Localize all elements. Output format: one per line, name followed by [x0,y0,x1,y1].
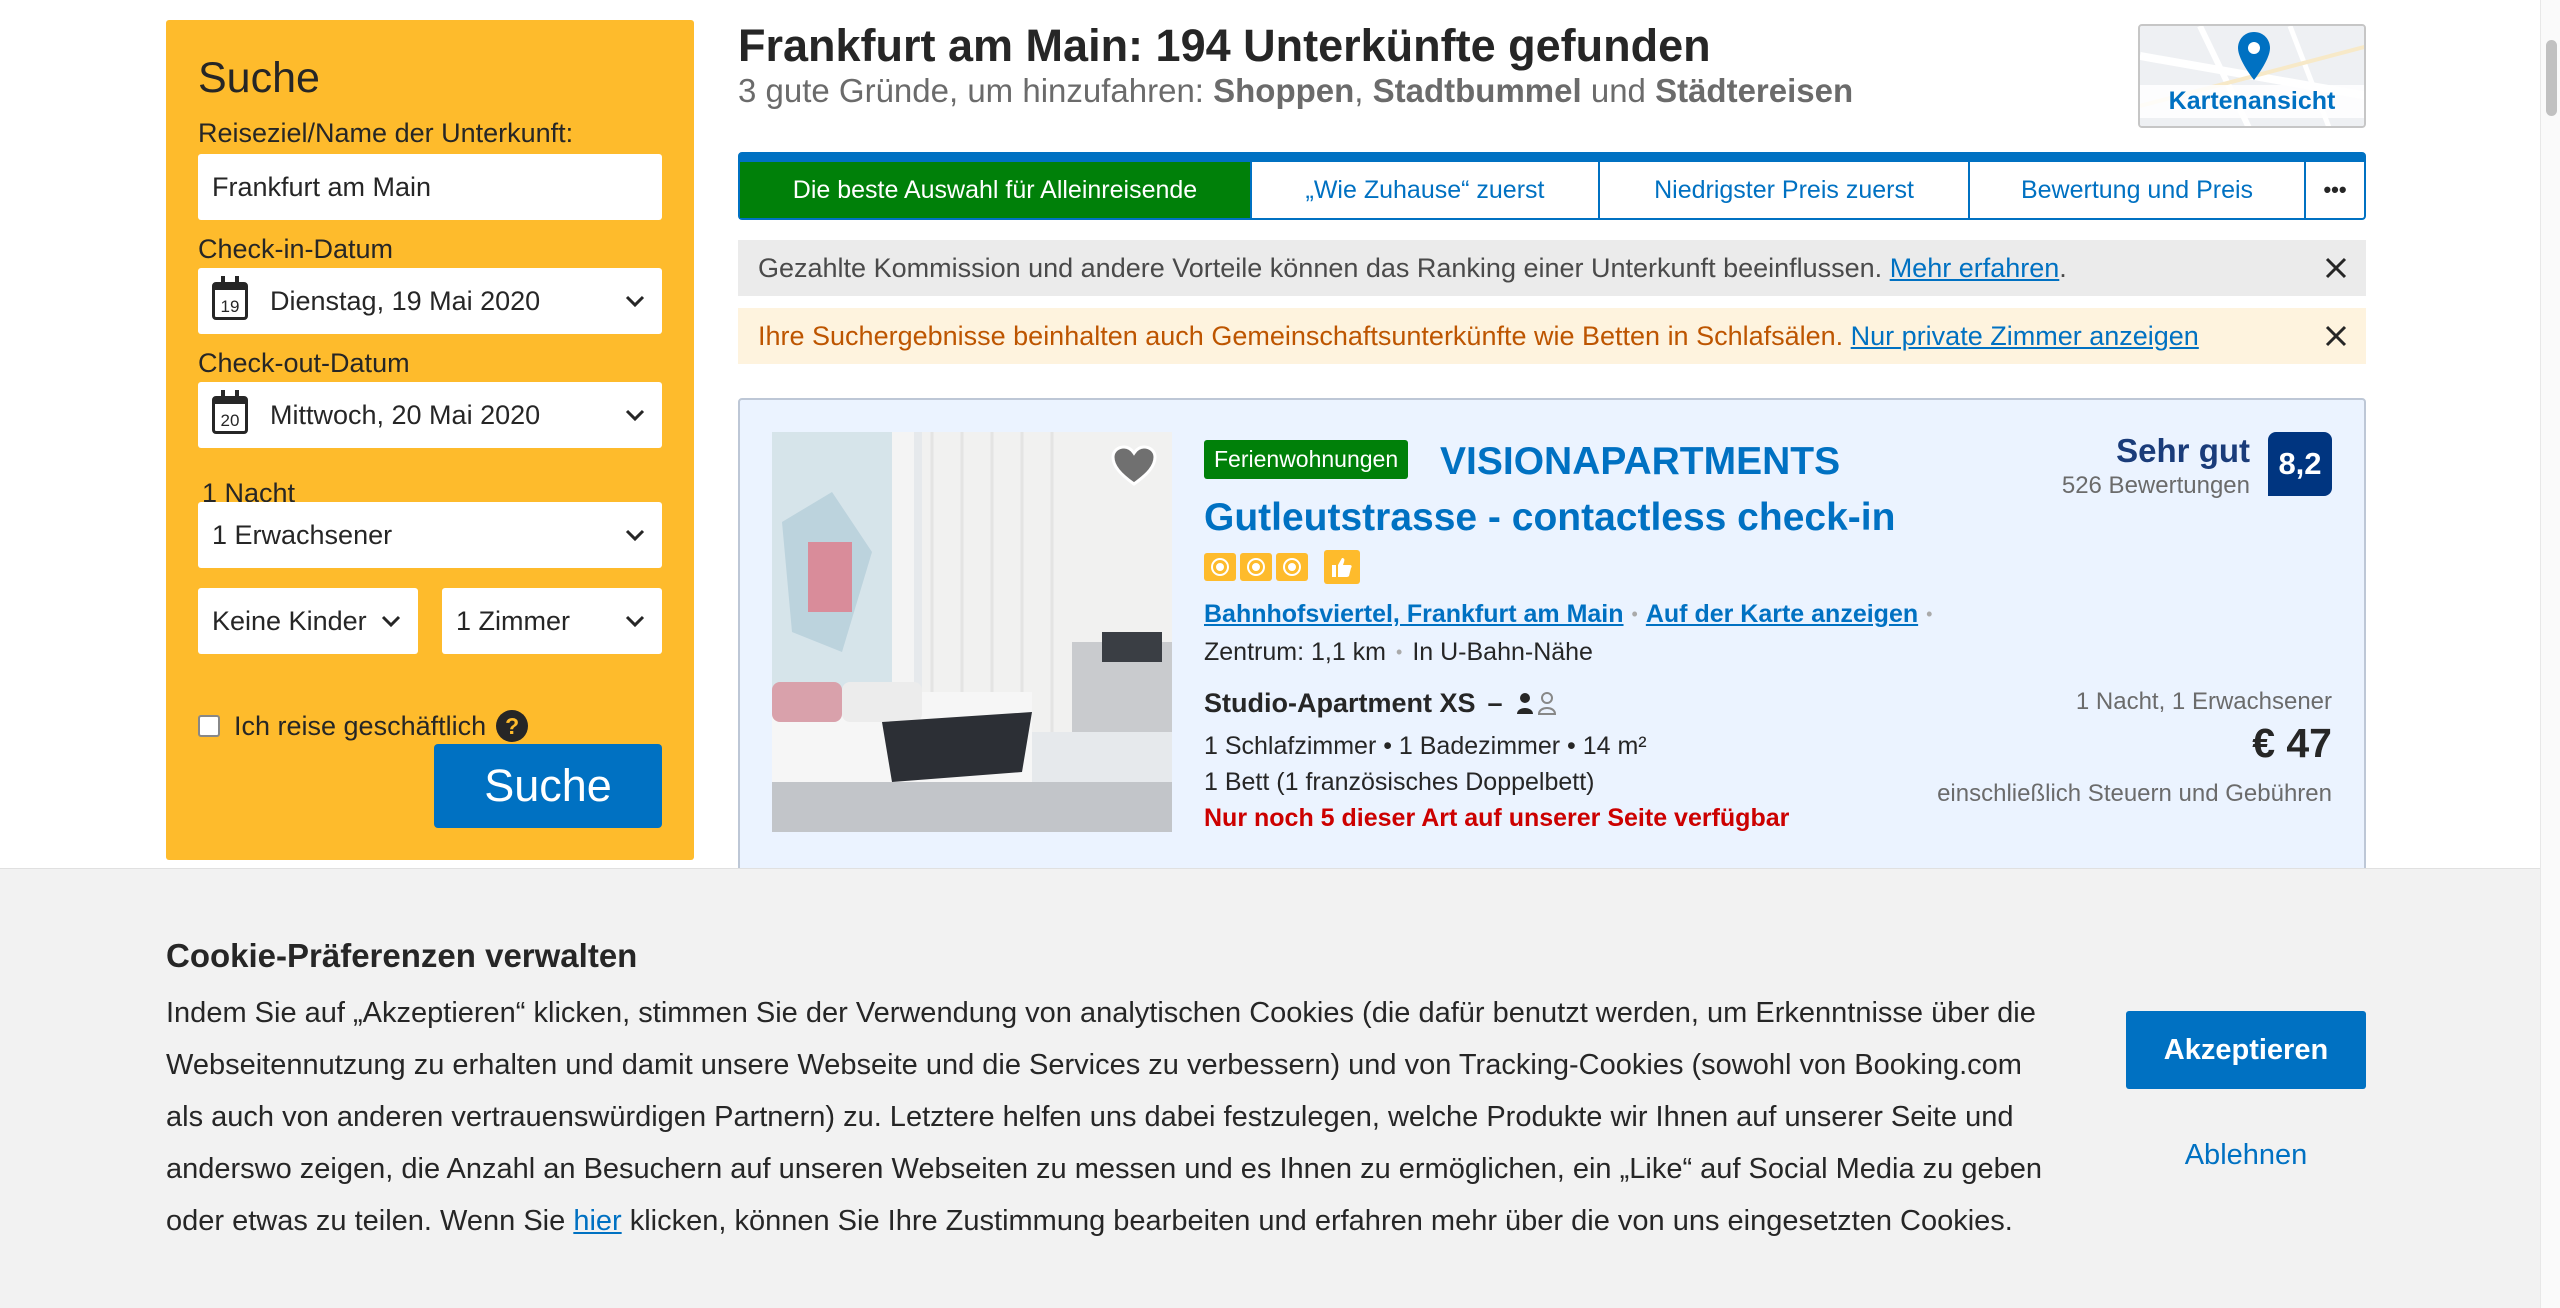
transit-info: In U-Bahn-Nähe [1412,638,1593,666]
commission-text: Gezahlte Kommission und andere Vorteile … [758,252,1890,283]
checkin-date-select[interactable]: 19 Dienstag, 19 Mai 2020 [198,268,662,334]
rooms-value: 1 Zimmer [456,605,570,636]
map-view-label: Kartenansicht [2140,85,2364,118]
thumbs-up-icon[interactable] [1324,550,1360,584]
scrollbar[interactable] [2540,0,2560,1308]
map-view-button[interactable]: Kartenansicht [2138,24,2366,128]
availability-warning: Nur noch 5 dieser Art auf unserer Seite … [1204,804,1790,832]
room-name-row: Studio-Apartment XS – [1204,688,1559,719]
star-icon [1240,553,1272,581]
reasons-separator: , [1354,72,1373,109]
business-travel-checkbox[interactable] [198,715,220,737]
price-tax-note: einschließlich Steuern und Gebühren [1937,780,2332,807]
destination-label: Reiseziel/Name der Unterkunft: [198,118,574,148]
checkin-value: Dienstag, 19 Mai 2020 [270,285,541,316]
commission-notice: Gezahlte Kommission und andere Vorteile … [738,240,2366,296]
heart-icon[interactable] [1110,444,1158,488]
search-title: Suche [198,54,320,102]
rooms-select[interactable]: 1 Zimmer [442,588,662,654]
sort-tab-solo-travellers[interactable]: Die beste Auswahl für Alleinreisende [740,162,1252,218]
center-distance: Zentrum: 1,1 km [1204,638,1386,666]
checkin-label: Check-in-Datum [198,234,394,264]
calendar-day: 20 [220,411,240,430]
checkout-date-select[interactable]: 20 Mittwoch, 20 Mai 2020 [198,382,662,448]
cookie-title: Cookie-Präferenzen verwalten [166,937,638,974]
room-beds: 1 Bett (1 französisches Doppelbett) [1204,768,1595,796]
chevron-down-icon [625,529,645,542]
destination-value: Frankfurt am Main [212,171,432,202]
sort-tabs: Die beste Auswahl für Alleinreisende „Wi… [738,152,2366,220]
decline-cookies-button[interactable]: Ablehnen [2126,1125,2366,1185]
sort-tab-rating-price[interactable]: Bewertung und Preis [1970,162,2306,218]
private-rooms-link[interactable]: Nur private Zimmer anzeigen [1851,321,2199,352]
close-icon[interactable] [2322,322,2350,350]
property-card: VISIONAPARTMENTS Gutleutstrasse - contac… [738,398,2366,918]
separator-dot: • [1631,604,1638,624]
reason-item: Stadtbummel [1372,72,1582,109]
chevron-down-icon [380,610,402,632]
cookie-settings-link[interactable]: hier [573,1205,621,1237]
separator-dot: • [1926,604,1933,624]
review-count[interactable]: 526 Bewertungen [2062,472,2250,500]
calendar-icon: 19 [212,276,248,320]
help-icon[interactable]: ? [496,710,529,742]
room-name: Studio-Apartment XS [1204,688,1476,718]
sort-tab-lowest-price[interactable]: Niedrigster Preis zuerst [1600,162,1970,218]
children-value: Keine Kinder [212,605,367,636]
chevron-down-icon [625,409,645,422]
star-rating [1204,550,1360,584]
reasons-prefix: 3 gute Gründe, um hinzufahren: [738,72,1214,109]
map-pin-icon [2238,32,2270,80]
cookie-banner: Cookie-Präferenzen verwalten Indem Sie a… [0,868,2540,1308]
children-select[interactable]: Keine Kinder [198,588,418,654]
reasons-separator: und [1581,72,1656,109]
star-icon [1276,553,1308,581]
checkout-label: Check-out-Datum [198,348,410,378]
price: € 47 [2252,720,2332,766]
calendar-day: 19 [220,297,240,316]
room-photo-illustration [772,432,1172,832]
star-icon [1204,553,1236,581]
more-options-icon[interactable]: ••• [2306,162,2364,218]
review-score-badge: 8,2 [2268,432,2332,496]
adults-select[interactable]: 1 Erwachsener [198,502,662,568]
destination-input[interactable]: Frankfurt am Main [198,154,662,220]
cookie-text-part: klicken, können Sie Ihre Zustimmung bear… [621,1205,2013,1237]
distance-row: Zentrum: 1,1 km • In U-Bahn-Nähe [1204,638,1593,667]
business-travel-row: Ich reise geschäftlich ? [198,710,529,742]
page-title: Frankfurt am Main: 194 Unterkünfte gefun… [738,20,1711,71]
scrollbar-thumb[interactable] [2546,40,2557,116]
property-type-badge: Ferienwohnungen [1204,440,1409,479]
business-travel-label[interactable]: Ich reise geschäftlich [234,711,486,742]
district-link[interactable]: Bahnhofsviertel, Frankfurt am Main [1204,600,1624,629]
location-row: Bahnhofsviertel, Frankfurt am Main • Auf… [1204,600,1932,629]
checkout-value: Mittwoch, 20 Mai 2020 [270,399,541,430]
reason-item: Shoppen [1213,72,1355,109]
chevron-down-icon [625,615,645,628]
calendar-icon: 20 [212,390,248,434]
property-photo[interactable] [772,432,1172,832]
reason-item: Städtereisen [1655,72,1854,109]
destination-reasons: 3 gute Gründe, um hinzufahren: Shoppen, … [738,72,1853,110]
cookie-text-part: Indem Sie auf „Akzeptieren“ klicken, sti… [166,997,2042,1237]
learn-more-link[interactable]: Mehr erfahren [1890,253,2060,284]
adults-value: 1 Erwachsener [212,519,393,550]
accept-cookies-button[interactable]: Akzeptieren [2126,1011,2366,1089]
sort-tab-homes-first[interactable]: „Wie Zuhause“ zuerst [1252,162,1600,218]
price-meta: 1 Nacht, 1 Erwachsener [2075,688,2332,715]
commission-end: . [2059,252,2067,283]
chevron-down-icon [625,295,645,308]
search-panel: Suche Reiseziel/Name der Unterkunft: Fra… [166,20,694,860]
shared-accommodation-notice: Ihre Suchergebnisse beinhalten auch Geme… [738,308,2366,364]
separator-dot: • [1396,642,1403,662]
guest-occupancy-icon [1516,691,1556,715]
room-facilities: 1 Schlafzimmer • 1 Badezimmer • 14 m² [1204,732,1647,760]
shared-text: Ihre Suchergebnisse beinhalten auch Geme… [758,320,1851,351]
show-on-map-link[interactable]: Auf der Karte anzeigen [1646,600,1918,629]
cookie-text: Indem Sie auf „Akzeptieren“ klicken, sti… [166,987,2066,1247]
close-icon[interactable] [2322,254,2350,282]
review-rating-word: Sehr gut [2116,432,2250,469]
search-button[interactable]: Suche [434,744,662,828]
room-dash: – [1487,688,1503,718]
